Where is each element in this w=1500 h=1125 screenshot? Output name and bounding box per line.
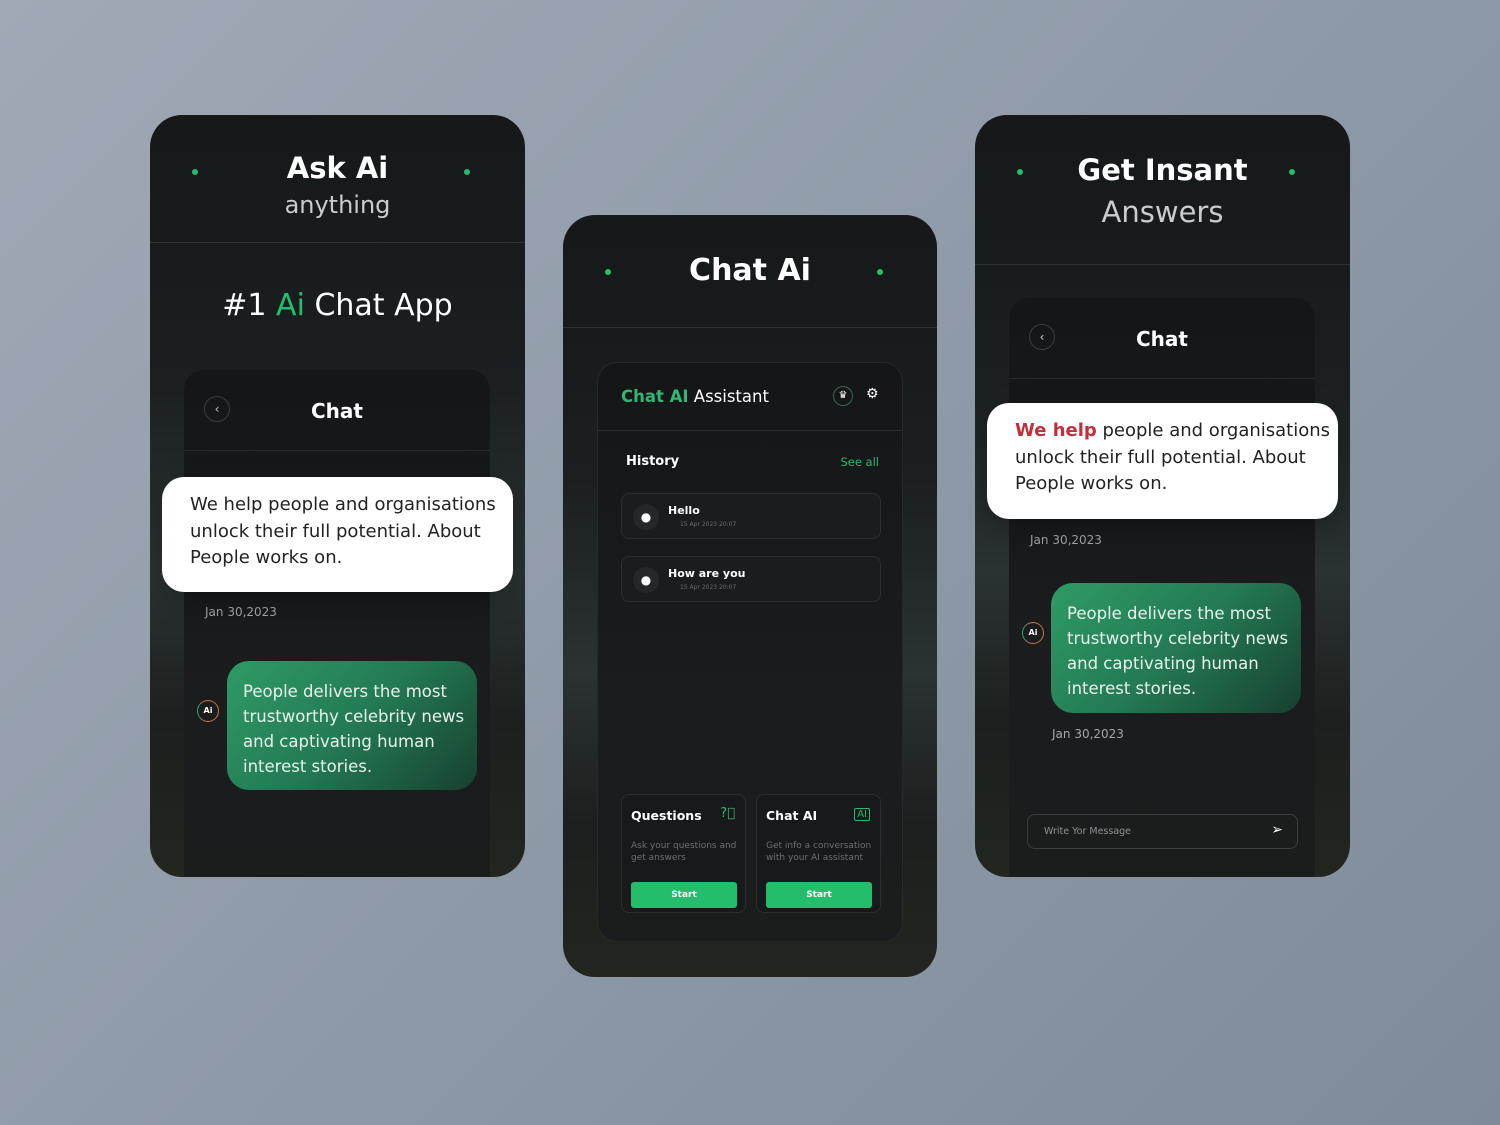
message-date: Jan 30,2023 (205, 605, 277, 619)
question-chat-icon: ?⃝ (720, 806, 735, 821)
message-input[interactable]: Write Yor Message ➢ (1027, 814, 1298, 849)
panel-title-accent: Chat AI (621, 387, 689, 406)
panel-title-rest: Assistant (688, 387, 769, 406)
chat-preview: ‹ Chat Jan 30,2023 Ai People delivers th… (184, 370, 490, 877)
start-button[interactable]: Start (631, 882, 737, 908)
ai-chat-icon: AI (854, 808, 870, 821)
subtitle: anything (284, 191, 391, 219)
tagline: #1 Ai Chat App (150, 288, 525, 323)
chat-preview: ‹ Chat Jan 30,2023 Ai People delivers th… (1009, 298, 1315, 877)
user-message-bubble: We help people and organisations unlock … (162, 477, 513, 592)
card-title: Chat AI (766, 808, 818, 823)
see-all-link[interactable]: See all (840, 455, 879, 469)
ai-message-bubble: People delivers the most trustworthy cel… (1051, 583, 1301, 713)
header: Ask Ai anything (150, 115, 525, 243)
card-title: Questions (631, 808, 702, 823)
tagline-suffix: Chat App (304, 288, 453, 323)
gear-icon[interactable]: ⚙ (866, 386, 879, 402)
title: Ask Ai (286, 151, 389, 185)
history-item[interactable]: ● How are you 15 Apr 2023 20:07 (621, 556, 881, 602)
header: Chat Ai (563, 215, 937, 328)
questions-card: Questions ?⃝ Ask your questions and get … (621, 794, 746, 913)
user-icon: ● (633, 567, 659, 593)
card-description: Ask your questions and get answers (631, 841, 737, 863)
message-accent: We help (1015, 420, 1097, 441)
panel-title: Chat AI Assistant (621, 387, 769, 406)
tagline-prefix: #1 (222, 288, 277, 323)
message-date: Jan 30,2023 (1052, 727, 1124, 741)
user-message-bubble: We help people and organisations unlock … (987, 403, 1338, 519)
history-title: Hello (668, 504, 700, 517)
message-date: Jan 30,2023 (1030, 533, 1102, 547)
history-title: How are you (668, 567, 746, 580)
ai-avatar: Ai (197, 700, 219, 722)
assistant-panel: Chat AI Assistant ♛ ⚙ History See all ● … (597, 362, 903, 942)
header: Get Insant Answers (975, 115, 1350, 265)
screen-ask-ai: Ask Ai anything #1 Ai Chat App ‹ Chat Ja… (150, 115, 525, 877)
ai-message-bubble: People delivers the most trustworthy cel… (227, 661, 477, 790)
chat-title: Chat (1136, 327, 1188, 351)
input-placeholder: Write Yor Message (1044, 826, 1132, 837)
history-label: History (626, 454, 680, 469)
history-time: 15 Apr 2023 20:07 (680, 584, 737, 591)
screen-chat-ai: Chat Ai Chat AI Assistant ♛ ⚙ History Se… (563, 215, 937, 977)
start-button[interactable]: Start (766, 882, 872, 908)
card-description: Get info a conversation with your AI ass… (766, 841, 872, 863)
crown-icon[interactable]: ♛ (833, 386, 853, 406)
title: Get Insant (1077, 153, 1248, 187)
history-item[interactable]: ● Hello 15 Apr 2023 20:07 (621, 493, 881, 539)
subtitle: Answers (1101, 195, 1224, 229)
ai-avatar: Ai (1022, 622, 1044, 644)
send-icon[interactable]: ➢ (1271, 822, 1283, 838)
screen-get-answers: Get Insant Answers ‹ Chat Jan 30,2023 Ai… (975, 115, 1350, 877)
tagline-accent: Ai (276, 288, 305, 323)
user-icon: ● (633, 504, 659, 530)
title: Chat Ai (689, 253, 811, 288)
chat-title: Chat (311, 399, 363, 423)
chat-ai-card: Chat AI AI Get info a conversation with … (756, 794, 881, 913)
history-time: 15 Apr 2023 20:07 (680, 521, 737, 528)
